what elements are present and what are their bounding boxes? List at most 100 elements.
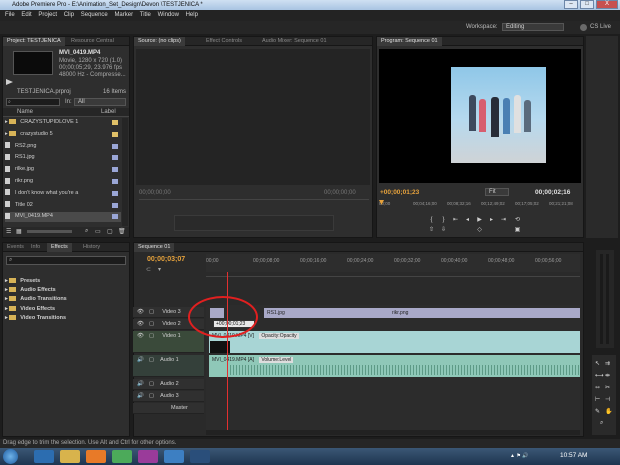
media-taskbar-icon[interactable]: [86, 450, 106, 463]
project-file-item[interactable]: RS1.jpg: [5, 153, 121, 163]
slip-tool-icon[interactable]: ⊢: [595, 396, 600, 403]
project-file-item[interactable]: rikr.png: [5, 177, 121, 187]
lock-icon[interactable]: ▢: [149, 381, 154, 387]
label-color-swatch[interactable]: [112, 120, 118, 125]
eye-icon[interactable]: 👁: [137, 309, 144, 315]
new-bin-icon[interactable]: ▭: [95, 228, 101, 235]
marker-icon[interactable]: ▾: [158, 266, 161, 273]
video-3-clip-rs1[interactable]: RS1.jpg: [264, 308, 389, 318]
pen-tool-icon[interactable]: ✎: [595, 408, 600, 415]
audio-1-effect-menu[interactable]: Volume:Level: [259, 357, 294, 363]
lock-icon[interactable]: ▢: [149, 333, 154, 339]
zoom-slider[interactable]: [27, 230, 72, 233]
rate-stretch-tool-icon[interactable]: ⇿: [595, 384, 600, 391]
program-current-timecode[interactable]: +00;00;01;23: [380, 189, 419, 196]
project-file-item[interactable]: I don't know what you're a: [5, 189, 121, 199]
slide-tool-icon[interactable]: ⊣: [605, 396, 610, 403]
tab-project[interactable]: Project: TESTJENICA: [3, 37, 65, 46]
ie-taskbar-icon[interactable]: [34, 450, 54, 463]
label-color-swatch[interactable]: [112, 155, 118, 161]
export-frame-icon[interactable]: ▣: [513, 227, 522, 234]
tab-info[interactable]: Info: [27, 243, 44, 252]
play-thumbnail-icon[interactable]: [6, 79, 13, 85]
zoom-tool-icon[interactable]: ⌕: [600, 420, 603, 427]
find-icon[interactable]: ⌕: [85, 228, 88, 235]
cslive-icon[interactable]: [580, 24, 587, 31]
explorer-taskbar-icon[interactable]: [60, 450, 80, 463]
app-taskbar-icon[interactable]: [164, 450, 184, 463]
step-forward-icon[interactable]: ▸: [487, 217, 496, 224]
play-icon[interactable]: ▶: [475, 217, 484, 224]
tray-icons[interactable]: ▲ ⚑ 🔊: [510, 453, 528, 459]
timeline-timecode[interactable]: 00;00;03;07: [147, 256, 185, 263]
project-file-item[interactable]: Title 02: [5, 201, 121, 211]
lock-icon[interactable]: ▢: [149, 393, 154, 399]
lift-icon[interactable]: ⇧: [427, 227, 436, 234]
timeline-scrollbar[interactable]: [206, 430, 580, 435]
loop-icon[interactable]: ⟲: [513, 217, 522, 224]
tab-sequence[interactable]: Sequence 01: [134, 243, 175, 252]
effects-folder-item[interactable]: ▸ Video Effects: [5, 305, 55, 315]
effects-folder-item[interactable]: ▸ Video Transitions: [5, 314, 66, 324]
menu-marker[interactable]: Marker: [114, 10, 133, 21]
snap-icon[interactable]: ⊂: [146, 266, 151, 273]
menu-window[interactable]: Window: [158, 10, 179, 21]
menu-edit[interactable]: Edit: [21, 10, 31, 21]
mark-out-icon[interactable]: }: [439, 217, 448, 224]
tab-effect-controls[interactable]: Effect Controls: [202, 37, 246, 46]
ripple-edit-tool-icon[interactable]: ⟷: [595, 372, 604, 379]
lock-icon[interactable]: ▢: [149, 321, 154, 327]
menu-help[interactable]: Help: [186, 10, 198, 21]
project-search-input[interactable]: ⌕: [6, 98, 60, 106]
speaker-icon[interactable]: 🔊: [137, 381, 144, 387]
menu-project[interactable]: Project: [38, 10, 57, 21]
tab-source[interactable]: Source: (no clips): [134, 37, 185, 46]
eye-icon[interactable]: 👁: [137, 333, 144, 339]
project-file-item[interactable]: RS2.png: [5, 142, 121, 152]
column-label[interactable]: Label: [101, 109, 116, 115]
video-1-effect-menu[interactable]: Opacity:Opacity: [259, 333, 299, 339]
effects-folder-item[interactable]: ▸ Audio Transitions: [5, 295, 67, 305]
premiere-taskbar-icon[interactable]: [138, 450, 158, 463]
track-header-audio-2[interactable]: 🔊 ▢ Audio 2: [133, 379, 204, 390]
new-item-icon[interactable]: ▢: [107, 228, 113, 235]
track-header-video-1[interactable]: 👁 ▢ Video 1: [133, 331, 204, 353]
video-1-clip[interactable]: MVI_0419.MP4 [V] Opacity:Opacity: [209, 331, 580, 353]
label-color-swatch[interactable]: [112, 143, 118, 149]
project-scrollbar[interactable]: [122, 118, 128, 226]
project-file-item[interactable]: MVI_0419.MP4: [5, 212, 121, 222]
workspace-select[interactable]: Editing: [502, 23, 564, 31]
in-select[interactable]: All: [74, 98, 126, 106]
selection-tool-icon[interactable]: ↖: [595, 360, 600, 367]
delete-icon[interactable]: 🗑: [118, 228, 126, 235]
tab-resource-central[interactable]: Resource Central: [67, 37, 118, 46]
menu-sequence[interactable]: Sequence: [81, 10, 108, 21]
lock-icon[interactable]: ▢: [149, 309, 154, 315]
rolling-edit-tool-icon[interactable]: ⇹: [605, 372, 610, 379]
speaker-icon[interactable]: 🔊: [137, 393, 144, 399]
hand-tool-icon[interactable]: ✋: [605, 408, 612, 415]
menu-title[interactable]: Title: [140, 10, 151, 21]
effects-search-input[interactable]: ⌕: [6, 256, 126, 265]
tab-events[interactable]: Events: [3, 243, 28, 252]
project-file-item[interactable]: rilke.jpg: [5, 165, 121, 175]
list-view-icon[interactable]: ☰: [6, 228, 11, 235]
project-folder-item[interactable]: ▸ CRAZYSTUPIDLOVE 1: [5, 118, 121, 128]
menu-clip[interactable]: Clip: [64, 10, 74, 21]
program-ruler[interactable]: 00;00 00;04;16;00 00;08;32;16 00;12;49;02 00…: [379, 201, 581, 209]
close-button[interactable]: X: [596, 0, 618, 9]
eye-icon[interactable]: 👁: [137, 321, 144, 327]
tab-audio-mixer[interactable]: Audio Mixer: Sequence 01: [258, 37, 331, 46]
go-to-in-icon[interactable]: ⇤: [451, 217, 460, 224]
fit-select[interactable]: Fit: [485, 188, 509, 196]
label-color-swatch[interactable]: [112, 179, 118, 184]
effects-folder-item[interactable]: ▸ Audio Effects: [5, 286, 56, 296]
tab-program[interactable]: Program: Sequence 01: [377, 37, 442, 46]
label-color-swatch[interactable]: [112, 167, 118, 173]
tab-effects[interactable]: Effects: [47, 243, 72, 252]
tab-history[interactable]: History: [79, 243, 104, 252]
project-folder-item[interactable]: ▸ crazystudio 5: [5, 130, 121, 140]
razor-tool-icon[interactable]: ✂: [605, 384, 610, 391]
column-name[interactable]: Name: [17, 109, 33, 115]
start-button[interactable]: [3, 449, 18, 464]
